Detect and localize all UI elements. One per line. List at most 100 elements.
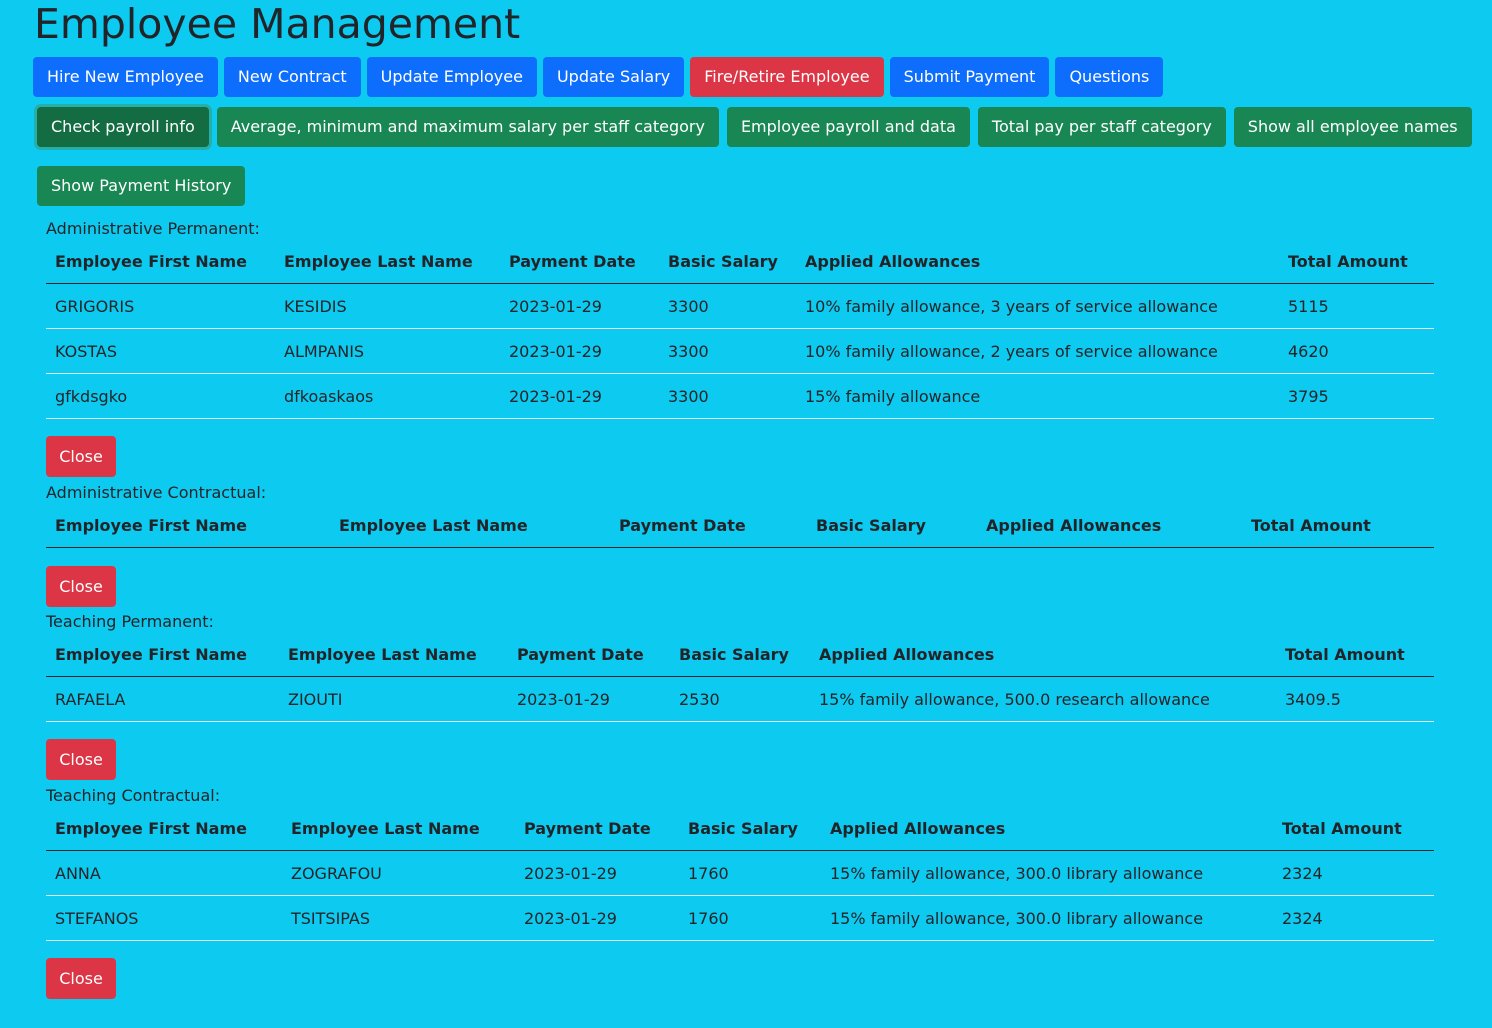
- column-header-last-name: Employee Last Name: [282, 806, 515, 851]
- column-header-last-name: Employee Last Name: [330, 503, 610, 548]
- cell-first-name: gfkdsgko: [46, 373, 275, 419]
- cell-last-name: TSITSIPAS: [282, 895, 515, 941]
- column-header-payment-date: Payment Date: [515, 806, 679, 851]
- column-header-first-name: Employee First Name: [46, 239, 275, 284]
- column-header-payment-date: Payment Date: [508, 632, 670, 677]
- cell-total-amount: 3795: [1279, 373, 1434, 419]
- table-row: gfkdsgko dfkoaskaos 2023-01-29 3300 15% …: [46, 373, 1434, 419]
- payroll-table: Employee First Name Employee Last Name P…: [46, 632, 1434, 722]
- history-nav-row: Show Payment History: [37, 166, 246, 206]
- column-header-basic-salary: Basic Salary: [807, 503, 977, 548]
- cell-payment-date: 2023-01-29: [515, 895, 679, 941]
- column-header-first-name: Employee First Name: [46, 632, 279, 677]
- column-header-last-name: Employee Last Name: [275, 239, 500, 284]
- cell-payment-date: 2023-01-29: [515, 850, 679, 896]
- close-button[interactable]: Close: [46, 436, 116, 477]
- table-header-row: Employee First Name Employee Last Name P…: [46, 503, 1434, 548]
- cell-last-name: KESIDIS: [275, 283, 500, 329]
- payroll-table: Employee First Name Employee Last Name P…: [46, 503, 1434, 548]
- cell-first-name: ANNA: [46, 850, 282, 896]
- new-contract-button[interactable]: New Contract: [223, 57, 361, 97]
- cell-payment-date: 2023-01-29: [500, 328, 659, 374]
- fire-retire-employee-button[interactable]: Fire/Retire Employee: [690, 57, 884, 97]
- cell-applied-allowances: 15% family allowance, 500.0 research all…: [810, 676, 1276, 722]
- column-header-applied-allowances: Applied Allowances: [796, 239, 1279, 284]
- cell-applied-allowances: 15% family allowance: [796, 373, 1279, 419]
- section-teaching-permanent: Teaching Permanent: Employee First Name …: [46, 612, 1434, 780]
- hire-new-employee-button[interactable]: Hire New Employee: [33, 57, 218, 97]
- column-header-total-amount: Total Amount: [1242, 503, 1434, 548]
- cell-first-name: GRIGORIS: [46, 283, 275, 329]
- section-label: Teaching Contractual:: [46, 786, 221, 805]
- cell-first-name: RAFAELA: [46, 676, 279, 722]
- cell-applied-allowances: 15% family allowance, 300.0 library allo…: [821, 850, 1273, 896]
- show-payment-history-button[interactable]: Show Payment History: [37, 166, 246, 206]
- column-header-payment-date: Payment Date: [610, 503, 807, 548]
- cell-basic-salary: 2530: [670, 676, 810, 722]
- salary-stats-per-category-button[interactable]: Average, minimum and maximum salary per …: [216, 107, 719, 147]
- table-row: GRIGORIS KESIDIS 2023-01-29 3300 10% fam…: [46, 283, 1434, 329]
- cell-basic-salary: 1760: [679, 895, 821, 941]
- table-row: ANNA ZOGRAFOU 2023-01-29 1760 15% family…: [46, 850, 1434, 896]
- cell-basic-salary: 3300: [659, 328, 796, 374]
- check-payroll-info-button[interactable]: Check payroll info: [37, 107, 209, 147]
- update-employee-button[interactable]: Update Employee: [366, 57, 537, 97]
- questions-nav-row: Check payroll info Average, minimum and …: [37, 107, 1472, 147]
- section-label: Teaching Permanent:: [46, 612, 214, 631]
- cell-applied-allowances: 15% family allowance, 300.0 library allo…: [821, 895, 1273, 941]
- column-header-total-amount: Total Amount: [1279, 239, 1434, 284]
- close-button[interactable]: Close: [46, 739, 116, 780]
- cell-basic-salary: 3300: [659, 283, 796, 329]
- total-pay-per-category-button[interactable]: Total pay per staff category: [977, 107, 1226, 147]
- cell-payment-date: 2023-01-29: [500, 373, 659, 419]
- table-row: KOSTAS ALMPANIS 2023-01-29 3300 10% fami…: [46, 328, 1434, 374]
- employee-payroll-and-data-button[interactable]: Employee payroll and data: [726, 107, 970, 147]
- show-all-employee-names-button[interactable]: Show all employee names: [1233, 107, 1472, 147]
- cell-total-amount: 3409.5: [1276, 676, 1434, 722]
- cell-last-name: ZOGRAFOU: [282, 850, 515, 896]
- update-salary-button[interactable]: Update Salary: [542, 57, 685, 97]
- column-header-total-amount: Total Amount: [1276, 632, 1434, 677]
- table-header-row: Employee First Name Employee Last Name P…: [46, 239, 1434, 284]
- cell-applied-allowances: 10% family allowance, 3 years of service…: [796, 283, 1279, 329]
- cell-payment-date: 2023-01-29: [508, 676, 670, 722]
- table-header-row: Employee First Name Employee Last Name P…: [46, 632, 1434, 677]
- payroll-table: Employee First Name Employee Last Name P…: [46, 806, 1434, 941]
- cell-total-amount: 2324: [1273, 895, 1434, 941]
- column-header-payment-date: Payment Date: [500, 239, 659, 284]
- cell-last-name: ALMPANIS: [275, 328, 500, 374]
- cell-first-name: KOSTAS: [46, 328, 275, 374]
- column-header-basic-salary: Basic Salary: [670, 632, 810, 677]
- column-header-basic-salary: Basic Salary: [679, 806, 821, 851]
- cell-basic-salary: 1760: [679, 850, 821, 896]
- column-header-applied-allowances: Applied Allowances: [977, 503, 1242, 548]
- submit-payment-button[interactable]: Submit Payment: [889, 57, 1050, 97]
- table-row: STEFANOS TSITSIPAS 2023-01-29 1760 15% f…: [46, 895, 1434, 941]
- column-header-applied-allowances: Applied Allowances: [810, 632, 1276, 677]
- cell-total-amount: 5115: [1279, 283, 1434, 329]
- column-header-applied-allowances: Applied Allowances: [821, 806, 1273, 851]
- section-administrative-permanent: Administrative Permanent: Employee First…: [46, 219, 1434, 477]
- cell-last-name: dfkoaskaos: [275, 373, 500, 419]
- page: Employee Management Hire New Employee Ne…: [0, 0, 1492, 1028]
- column-header-first-name: Employee First Name: [46, 503, 330, 548]
- section-teaching-contractual: Teaching Contractual: Employee First Nam…: [46, 786, 1434, 999]
- table-row: RAFAELA ZIOUTI 2023-01-29 2530 15% famil…: [46, 676, 1434, 722]
- cell-payment-date: 2023-01-29: [500, 283, 659, 329]
- cell-applied-allowances: 10% family allowance, 2 years of service…: [796, 328, 1279, 374]
- table-header-row: Employee First Name Employee Last Name P…: [46, 806, 1434, 851]
- section-label: Administrative Permanent:: [46, 219, 260, 238]
- cell-basic-salary: 3300: [659, 373, 796, 419]
- main-nav-row: Hire New Employee New Contract Update Em…: [33, 57, 1164, 97]
- page-title: Employee Management: [34, 0, 521, 48]
- section-label: Administrative Contractual:: [46, 483, 267, 502]
- cell-last-name: ZIOUTI: [279, 676, 508, 722]
- column-header-total-amount: Total Amount: [1273, 806, 1434, 851]
- payroll-table: Employee First Name Employee Last Name P…: [46, 239, 1434, 419]
- close-button[interactable]: Close: [46, 566, 116, 607]
- column-header-last-name: Employee Last Name: [279, 632, 508, 677]
- questions-button[interactable]: Questions: [1055, 57, 1164, 97]
- section-administrative-contractual: Administrative Contractual: Employee Fir…: [46, 483, 1434, 607]
- cell-total-amount: 2324: [1273, 850, 1434, 896]
- close-button[interactable]: Close: [46, 958, 116, 999]
